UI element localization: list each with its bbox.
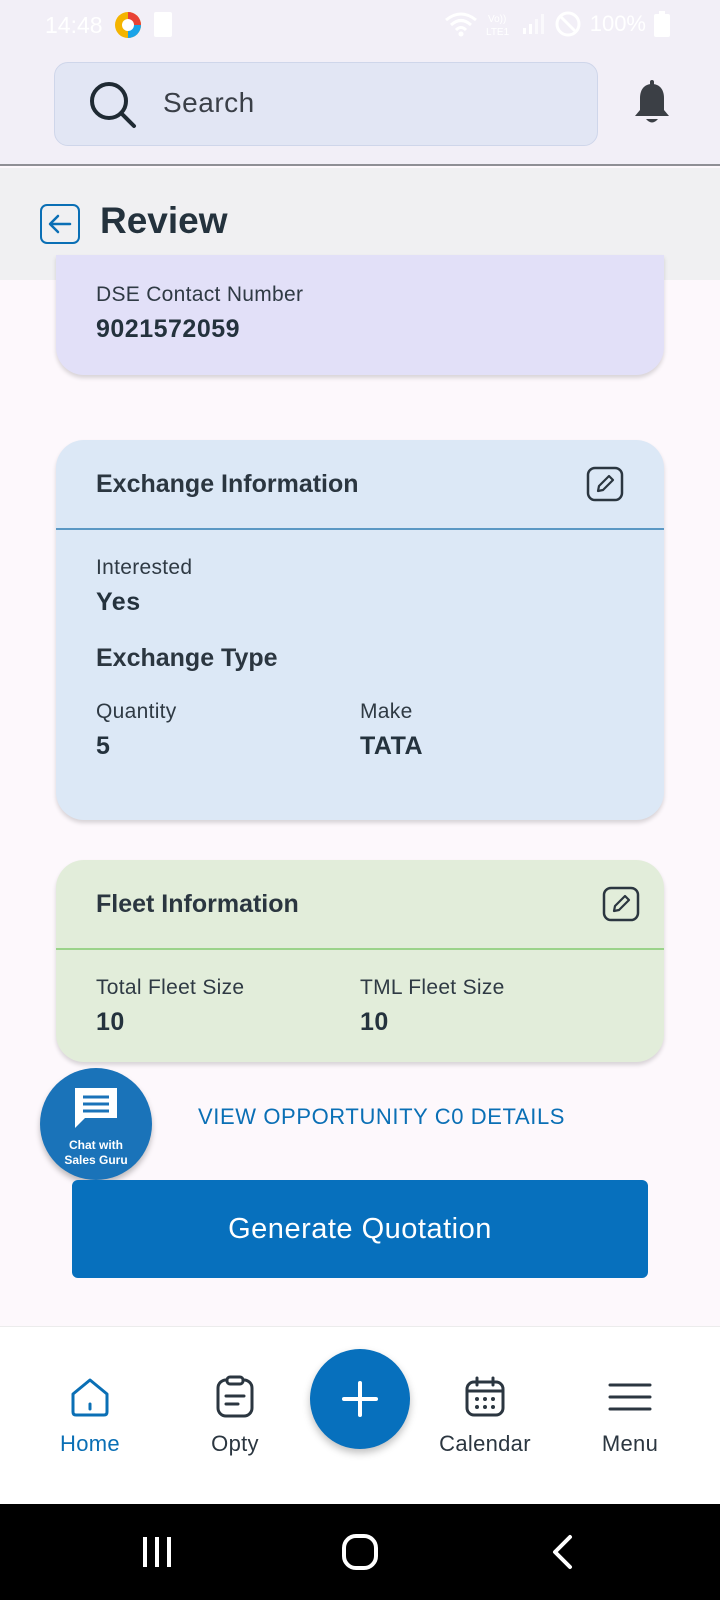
chat-icon xyxy=(75,1088,117,1128)
chat-sales-guru-button[interactable]: Chat with Sales Guru xyxy=(40,1068,152,1180)
wifi-icon xyxy=(444,12,477,37)
hamburger-menu-icon xyxy=(608,1383,652,1411)
back-button[interactable] xyxy=(40,204,80,244)
status-bar: 14:48 Vo)) LTE1 100% xyxy=(0,0,720,50)
battery-icon xyxy=(654,11,670,37)
home-system-icon[interactable] xyxy=(340,1532,380,1572)
quantity-value: 5 xyxy=(96,732,111,760)
dse-contact-card: DSE Contact Number 9021572059 xyxy=(56,255,664,375)
chat-fab-line2: Sales Guru xyxy=(64,1153,128,1167)
nav-opty[interactable]: Opty xyxy=(170,1327,300,1505)
home-icon xyxy=(71,1378,109,1417)
arrow-left-icon xyxy=(48,214,72,234)
dse-contact-label: DSE Contact Number xyxy=(96,283,304,306)
status-time: 14:48 xyxy=(45,12,103,38)
volte-icon: Vo)) LTE1 xyxy=(486,14,510,38)
tml-fleet-size-label: TML Fleet Size xyxy=(360,976,505,999)
fleet-card-header: Fleet Information xyxy=(56,860,664,950)
nav-opty-label: Opty xyxy=(211,1431,259,1456)
svg-text:Vo)): Vo)) xyxy=(488,14,506,25)
system-navigation-bar xyxy=(0,1504,720,1600)
nav-menu[interactable]: Menu xyxy=(565,1327,695,1505)
app-notification-icon xyxy=(115,12,141,38)
status-right: Vo)) LTE1 100% xyxy=(444,10,670,38)
top-app-bar: Search xyxy=(0,50,720,166)
view-opportunity-details-link[interactable]: VIEW OPPORTUNITY C0 DETAILS xyxy=(198,1104,565,1130)
exchange-type-heading: Exchange Type xyxy=(96,644,278,672)
bottom-navigation: Home Opty Calendar Menu xyxy=(0,1326,720,1504)
edit-exchange-icon[interactable] xyxy=(586,466,624,502)
chat-fab-line1: Chat with xyxy=(69,1138,123,1152)
recent-apps-icon[interactable] xyxy=(140,1534,176,1570)
nav-home-label: Home xyxy=(60,1431,120,1456)
nav-menu-label: Menu xyxy=(601,1431,659,1456)
nav-home[interactable]: Home xyxy=(25,1327,155,1505)
exchange-card-title: Exchange Information xyxy=(96,470,359,498)
interested-label: Interested xyxy=(96,556,193,579)
calendar-icon xyxy=(465,1376,505,1417)
fleet-card-title: Fleet Information xyxy=(96,890,299,918)
make-label: Make xyxy=(360,700,413,723)
clipboard-icon xyxy=(216,1375,254,1418)
exchange-information-card: Exchange Information Interested Yes Exch… xyxy=(56,440,664,820)
search-icon xyxy=(90,82,136,128)
page-title: Review xyxy=(100,200,228,241)
battery-percentage: 100% xyxy=(589,11,646,36)
exchange-card-header: Exchange Information xyxy=(56,440,664,530)
total-fleet-size-label: Total Fleet Size xyxy=(96,976,245,999)
sd-card-icon xyxy=(154,12,172,37)
quantity-label: Quantity xyxy=(96,700,177,723)
fleet-information-card: Fleet Information Total Fleet Size 10 TM… xyxy=(56,860,664,1062)
back-system-icon[interactable] xyxy=(548,1534,576,1570)
plus-icon xyxy=(342,1381,378,1417)
dse-contact-value: 9021572059 xyxy=(96,315,241,343)
generate-quotation-button[interactable]: Generate Quotation xyxy=(72,1180,648,1278)
add-button[interactable] xyxy=(310,1349,410,1449)
do-not-disturb-icon xyxy=(555,11,581,37)
signal-icon xyxy=(522,14,544,34)
svg-text:LTE1: LTE1 xyxy=(486,27,510,38)
chat-fab-label: Chat with Sales Guru xyxy=(40,1138,152,1168)
search-placeholder: Search xyxy=(163,87,255,118)
total-fleet-size-value: 10 xyxy=(96,1008,125,1036)
tml-fleet-size-value: 10 xyxy=(360,1008,389,1036)
search-input[interactable]: Search xyxy=(54,62,598,146)
nav-calendar[interactable]: Calendar xyxy=(420,1327,550,1505)
interested-value: Yes xyxy=(96,588,141,616)
make-value: TATA xyxy=(360,732,424,760)
edit-fleet-icon[interactable] xyxy=(602,886,640,922)
notification-bell-icon[interactable] xyxy=(632,80,672,126)
nav-calendar-label: Calendar xyxy=(439,1431,531,1456)
